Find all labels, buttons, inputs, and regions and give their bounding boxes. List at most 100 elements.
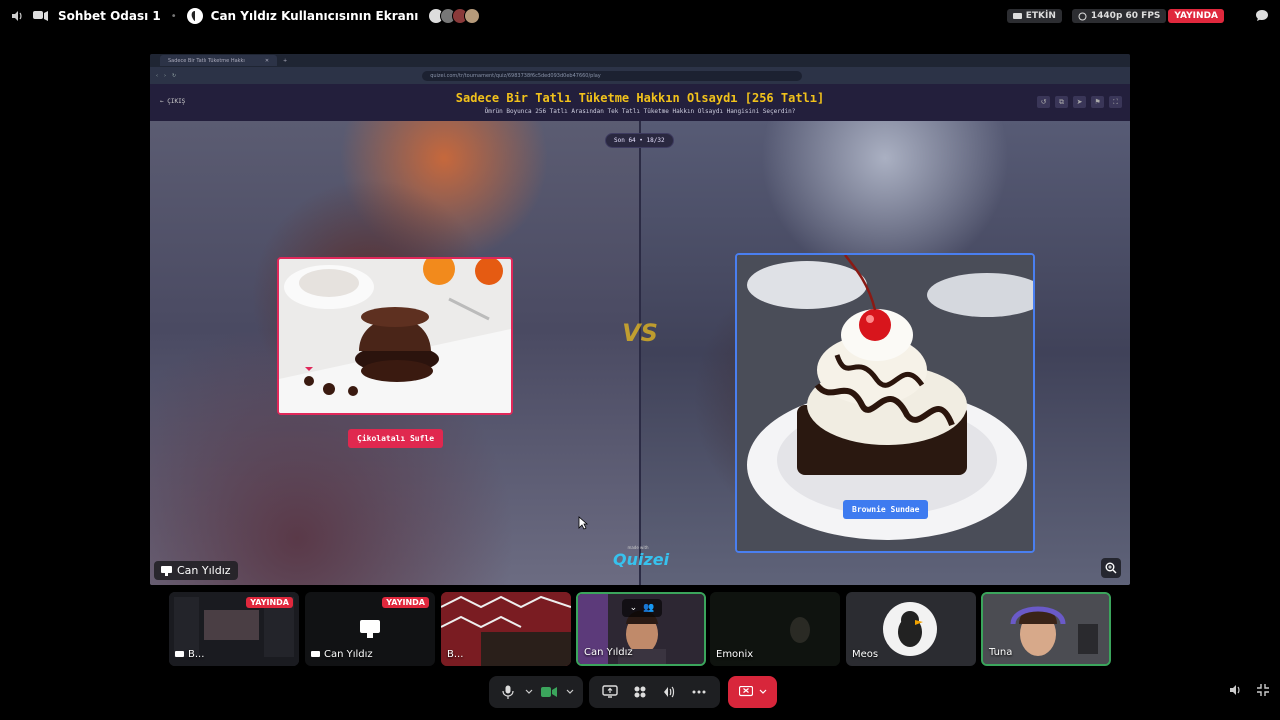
live-badge: YAYINDA — [1168, 9, 1224, 23]
tile-live-badge: YAYINDA — [246, 597, 293, 608]
participant-name: B... — [175, 649, 204, 660]
zoom-in-button[interactable] — [1101, 558, 1121, 578]
tile-actions: ⌄ 👥 — [622, 599, 662, 617]
participant-tile[interactable]: YAYINDA B... — [169, 592, 299, 666]
camera-icon — [541, 687, 558, 697]
participant-name: Tuna — [989, 647, 1013, 658]
arena-divider — [639, 121, 641, 585]
left-option-button[interactable]: Çikolatalı Sufle — [348, 429, 444, 448]
refresh-rate-icon — [1078, 12, 1087, 20]
quiz-title: Sadece Bir Tatlı Tüketme Hakkın Olsaydı … — [455, 91, 825, 105]
back-icon[interactable]: ‹ — [156, 73, 158, 79]
participant-name-text: Can Yıldız — [324, 649, 373, 660]
participant-name: Can Yıldız — [311, 649, 373, 660]
share-screen-icon — [602, 685, 618, 698]
participant-tile[interactable]: B... — [441, 592, 571, 666]
monitor-icon — [360, 620, 380, 638]
activities-button[interactable] — [627, 679, 653, 705]
address-bar[interactable]: quizei.com/tr/tournament/quiz/6983738f6c… — [422, 70, 803, 81]
new-tab-icon[interactable]: + — [283, 58, 287, 64]
soundboard-button[interactable] — [657, 679, 683, 705]
participant-tile[interactable]: Meos — [846, 592, 976, 666]
viewer-avatars[interactable] — [428, 8, 481, 24]
more-options-button[interactable] — [686, 679, 712, 705]
stream-owner-tag: Can Yıldız — [154, 561, 238, 580]
browser-tab-bar: Sadece Bir Tatlı Tüketme Hakkı ✕ + — [150, 54, 1130, 67]
browser-toolbar: ‹ › ↻ quizei.com/tr/tournament/quiz/6983… — [150, 67, 1130, 84]
participant-tile-active[interactable]: ⌄ 👥 Can Yıldız — [576, 592, 706, 666]
microphone-icon — [502, 685, 514, 699]
forward-icon[interactable]: › — [164, 73, 166, 79]
right-option-button[interactable]: Brownie Sundae — [843, 500, 929, 519]
stream-owner-name: Can Yıldız — [177, 564, 231, 577]
fullscreen-icon[interactable]: ⛶ — [1109, 96, 1122, 108]
soundboard-icon — [664, 686, 675, 698]
flag-icon[interactable]: ⚑ — [1091, 96, 1104, 108]
exit-fullscreen-icon[interactable] — [1256, 682, 1270, 701]
reload-icon[interactable]: ↻ — [172, 73, 176, 79]
disconnect-button[interactable] — [728, 676, 777, 708]
left-option-image[interactable] — [277, 257, 513, 415]
exit-label: ÇIKIŞ — [167, 98, 186, 105]
participant-name: Can Yıldız — [584, 647, 633, 658]
screen-share-icon — [161, 565, 172, 576]
mouse-cursor-icon — [578, 516, 588, 530]
round-indicator: Son 64 • 18/32 — [605, 133, 674, 148]
chevron-down-icon — [759, 689, 766, 694]
activity-controls — [589, 676, 720, 708]
chevron-down-icon[interactable] — [565, 679, 575, 705]
stream-title: Can Yıldız Kullanıcısının Ekranı — [210, 9, 419, 23]
participant-tile[interactable]: Emonix — [710, 592, 840, 666]
zoom-in-icon — [1105, 562, 1117, 574]
close-icon[interactable]: ✕ — [265, 58, 269, 64]
separator-dot: • — [170, 10, 177, 22]
share-icon[interactable]: ➤ — [1073, 96, 1086, 108]
made-with-badge[interactable]: made with Quizei — [613, 545, 670, 569]
undo-icon[interactable]: ↺ — [1037, 96, 1050, 108]
activities-icon — [634, 686, 646, 698]
copy-icon[interactable]: ⧉ — [1055, 96, 1068, 108]
stop-stream-icon — [738, 686, 753, 697]
volume-icon[interactable] — [1228, 682, 1242, 701]
participant-name: Emonix — [716, 649, 754, 660]
stream-quality-pill: 1440p 60 FPS — [1071, 9, 1167, 23]
participant-name: B... — [447, 649, 464, 660]
participant-tile-speaking[interactable]: Tuna — [981, 592, 1111, 666]
chevron-down-icon[interactable] — [524, 679, 534, 705]
quiz-subtitle: Ömrün Boyunca 256 Tatlı Arasından Tek Ta… — [484, 108, 796, 115]
voice-channel-icon — [32, 10, 50, 22]
activity-status-label: ETKİN — [1025, 11, 1056, 21]
participant-name: Meos — [852, 649, 879, 660]
participant-name-text: B... — [188, 649, 205, 660]
users-icon[interactable]: 👥 — [643, 603, 654, 613]
chat-icon[interactable] — [1254, 8, 1270, 24]
monitor-icon — [1012, 12, 1022, 19]
user-avatar-icon — [186, 8, 203, 24]
quiz-arena: Son 64 • 18/32 VS Çikolatalı Sufle Brown… — [150, 121, 1130, 585]
share-screen-button[interactable] — [597, 679, 623, 705]
viewer-avatar — [464, 8, 481, 24]
activity-status-pill: ETKİN — [1006, 9, 1062, 23]
call-controls — [0, 676, 1280, 710]
shared-screen[interactable]: Sadece Bir Tatlı Tüketme Hakkı ✕ + ‹ › ↻… — [150, 54, 1130, 585]
stream-top-bar: Sohbet Odası 1 • Can Yıldız Kullanıcısın… — [0, 0, 1280, 32]
speaker-icon[interactable] — [10, 9, 24, 23]
camera-button[interactable] — [538, 679, 561, 705]
browser-tab[interactable]: Sadece Bir Tatlı Tüketme Hakkı ✕ — [160, 55, 278, 66]
tile-live-badge: YAYINDA — [382, 597, 429, 608]
avatar — [883, 602, 937, 656]
quiz-header-actions: ↺ ⧉ ➤ ⚑ ⛶ — [1037, 96, 1122, 108]
browser-tab-title: Sadece Bir Tatlı Tüketme Hakkı — [168, 57, 245, 64]
more-icon — [692, 690, 706, 694]
screen-share-icon — [311, 650, 320, 657]
view-controls — [1228, 682, 1270, 701]
microphone-button[interactable] — [497, 679, 520, 705]
quiz-header: ← ÇIKIŞ Sadece Bir Tatlı Tüketme Hakkın … — [150, 84, 1130, 121]
participant-tile[interactable]: YAYINDA Can Yıldız — [305, 592, 435, 666]
chevron-down-icon[interactable]: ⌄ — [630, 603, 638, 613]
av-controls — [489, 676, 583, 708]
channel-name[interactable]: Sohbet Odası 1 — [58, 9, 161, 23]
exit-button[interactable]: ← ÇIKIŞ — [160, 98, 185, 105]
quizei-logo: Quizei — [613, 550, 670, 569]
stream-quality: 1440p 60 FPS — [1090, 11, 1161, 21]
